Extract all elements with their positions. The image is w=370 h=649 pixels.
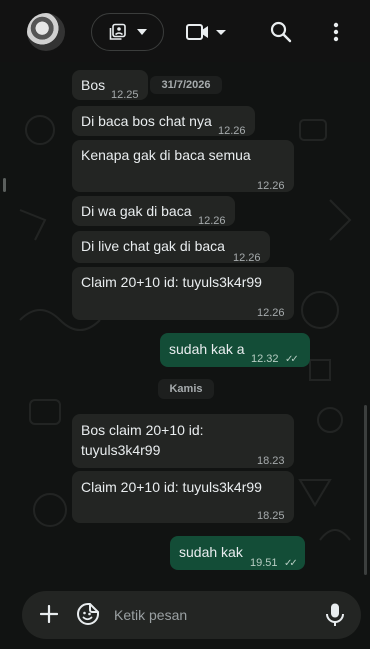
attach-button[interactable] xyxy=(36,601,62,627)
message-text: Claim 20+10 id: tuyuls3k4r99 xyxy=(81,274,262,290)
video-call-icon xyxy=(186,24,226,40)
chat-screen: 31/7/2026 Bos 12.25 Di baca bos chat nya… xyxy=(0,0,370,649)
media-gallery-icon xyxy=(109,23,126,40)
message-bubble[interactable]: Di baca bos chat nya 12.26 xyxy=(72,106,255,137)
message-text: tuyuls3k4r99 xyxy=(81,442,161,458)
message-text: Bos claim 20+10 id: xyxy=(81,422,204,438)
message-input[interactable] xyxy=(114,603,314,627)
message-bubble[interactable]: Claim 20+10 id: tuyuls3k4r99 12.26 xyxy=(72,267,294,320)
message-text: Di baca bos chat nya xyxy=(81,113,212,129)
message-bubble[interactable]: Kenapa gak di baca semua 12.26 xyxy=(72,140,294,192)
chat-header xyxy=(0,0,370,62)
scrollbar[interactable] xyxy=(364,405,367,575)
read-receipt-icon: ✓✓ xyxy=(285,354,299,365)
message-bubble[interactable]: Di live chat gak di baca 12.26 xyxy=(72,231,270,264)
message-text: Di wa gak di baca xyxy=(81,203,192,219)
message-bubble[interactable]: Di wa gak di baca 12.26 xyxy=(72,196,235,227)
more-options-button[interactable] xyxy=(325,19,347,45)
microphone-icon xyxy=(326,603,344,626)
message-bubble[interactable]: Bos claim 20+10 id: tuyuls3k4r99 18.23 xyxy=(72,414,294,468)
search-icon xyxy=(270,21,292,43)
message-bubble-outgoing[interactable]: sudah kak 19.51 ✓✓ xyxy=(170,536,305,570)
sticker-button[interactable] xyxy=(76,602,100,626)
day-separator: Kamis xyxy=(158,379,214,399)
date-separator: 31/7/2026 xyxy=(150,76,222,94)
plus-icon xyxy=(40,605,58,623)
search-button[interactable] xyxy=(268,19,294,45)
message-bubble[interactable]: Bos 12.25 xyxy=(72,70,148,101)
message-text: Di live chat gak di baca xyxy=(81,238,225,254)
message-time: 12.26 xyxy=(218,125,246,137)
message-text: sudah kak a xyxy=(169,341,245,357)
contact-avatar[interactable] xyxy=(27,13,65,51)
media-dropdown-button[interactable] xyxy=(91,13,164,51)
more-vertical-icon xyxy=(333,22,339,42)
message-bubble[interactable]: Claim 20+10 id: tuyuls3k4r99 18.25 xyxy=(72,471,294,523)
message-time: 18.25 xyxy=(257,510,285,522)
chevron-down-icon xyxy=(136,29,147,35)
message-time: 18.23 xyxy=(257,455,285,467)
message-text: Bos xyxy=(81,77,106,93)
scroll-indicator-left xyxy=(3,178,6,192)
message-text: sudah kak xyxy=(179,544,243,560)
message-time: 12.32 xyxy=(251,353,279,365)
sticker-icon xyxy=(77,603,99,625)
read-receipt-icon: ✓✓ xyxy=(284,558,298,569)
voice-record-button[interactable] xyxy=(324,602,346,628)
message-composer xyxy=(22,591,361,639)
message-time: 12.25 xyxy=(111,89,139,101)
message-text: Kenapa gak di baca semua xyxy=(81,147,251,163)
message-time: 12.26 xyxy=(233,252,261,264)
message-time: 12.26 xyxy=(257,180,285,192)
message-time: 12.26 xyxy=(257,307,285,319)
video-call-button[interactable] xyxy=(184,20,230,44)
message-bubble-outgoing[interactable]: sudah kak a 12.32 ✓✓ xyxy=(160,333,310,367)
message-time: 12.26 xyxy=(198,215,226,227)
message-time: 19.51 xyxy=(250,557,278,569)
message-text: Claim 20+10 id: tuyuls3k4r99 xyxy=(81,479,262,495)
